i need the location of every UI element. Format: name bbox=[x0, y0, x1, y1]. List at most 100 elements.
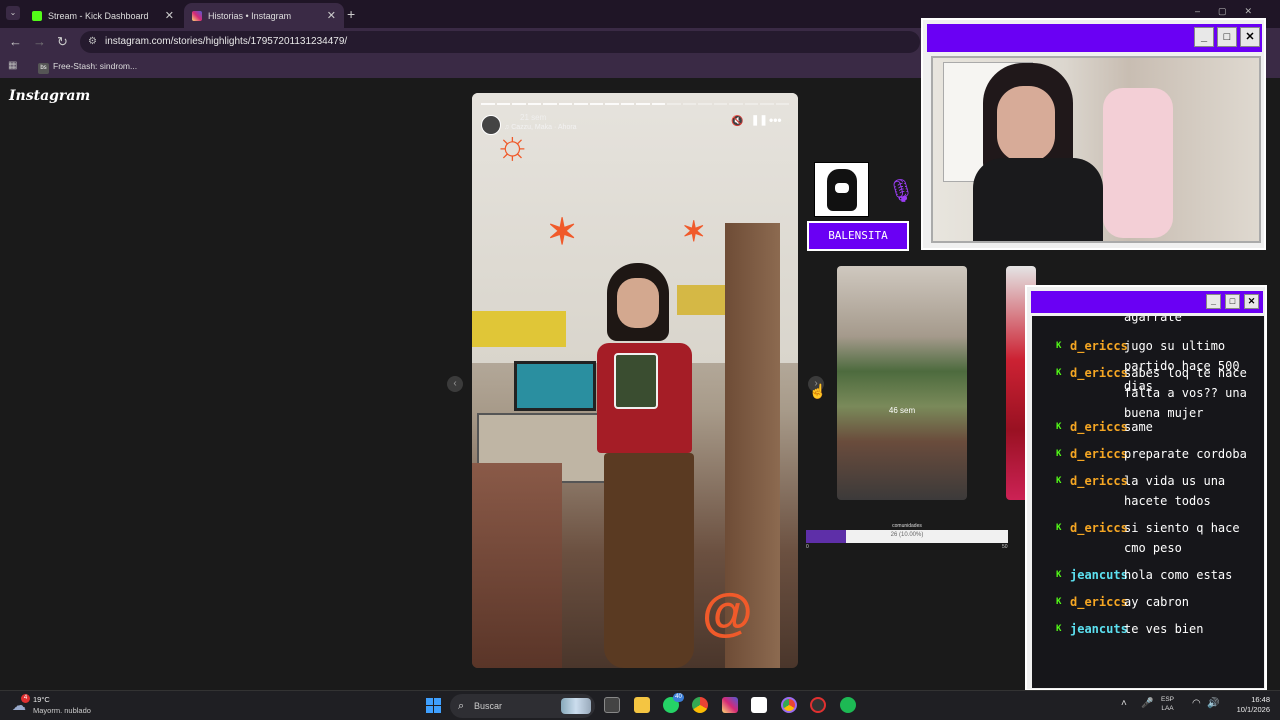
progress-segment bbox=[512, 103, 526, 105]
instagram-logo[interactable]: Instagram bbox=[9, 88, 90, 104]
mute-icon[interactable]: 🔇 bbox=[731, 116, 743, 127]
window-controls[interactable]: –▢✕ bbox=[1195, 6, 1270, 17]
file-explorer-icon[interactable] bbox=[634, 697, 650, 713]
more-options-icon[interactable]: ••• bbox=[769, 113, 782, 127]
url-field[interactable]: ⚙ instagram.com/stories/highlights/17957… bbox=[80, 31, 920, 53]
kick-badge-icon: K bbox=[1056, 341, 1062, 351]
kick-badge-icon: K bbox=[1056, 597, 1062, 607]
search-placeholder: Buscar bbox=[474, 701, 503, 711]
tab-instagram[interactable]: Historias • Instagram ✕ bbox=[184, 3, 344, 28]
preview-timestamp: 46 sem bbox=[888, 406, 916, 415]
microphone-icon: 🎙 bbox=[887, 178, 915, 203]
webcam-feed bbox=[931, 56, 1261, 243]
streamer-person bbox=[997, 86, 1055, 162]
chat-text: la vida us una hacete todos bbox=[1124, 474, 1226, 508]
instagram-app-icon[interactable] bbox=[722, 697, 738, 713]
chat-text: te ves bien bbox=[1124, 622, 1204, 636]
new-tab-button[interactable]: + bbox=[347, 6, 355, 22]
webcam-window: _ □ ✕ bbox=[921, 18, 1266, 250]
goal-progress-bar: 26 (10.00%) bbox=[806, 530, 1008, 543]
streamer-logo bbox=[814, 162, 869, 217]
weather-description[interactable]: Mayorm. nublado bbox=[33, 706, 91, 715]
microphone-tray-icon[interactable]: 🎤 bbox=[1141, 698, 1153, 709]
story-avatar[interactable] bbox=[481, 115, 501, 135]
progress-segment bbox=[605, 103, 619, 105]
progress-segment bbox=[698, 103, 712, 105]
whatsapp-badge: 40 bbox=[673, 693, 684, 702]
close-icon[interactable]: ✕ bbox=[1244, 294, 1259, 309]
forward-arrow-icon[interactable]: → bbox=[33, 34, 46, 49]
progress-segment bbox=[589, 103, 603, 105]
back-arrow-icon[interactable]: ← bbox=[9, 34, 22, 49]
progress-segment bbox=[682, 103, 696, 105]
weather-temperature[interactable]: 19°C bbox=[33, 695, 50, 704]
apps-grid-icon[interactable]: ▦ bbox=[8, 60, 17, 71]
gaming-chair bbox=[1103, 88, 1173, 238]
chat-username[interactable]: jeancuts bbox=[1070, 619, 1128, 639]
story-painting bbox=[677, 285, 732, 315]
chat-username[interactable]: d_ericcs bbox=[1070, 336, 1128, 356]
goal-progress-text: 26 (10.00%) bbox=[890, 532, 924, 538]
url-text: instagram.com/stories/highlights/1795720… bbox=[105, 36, 348, 47]
goal-label: comunidades bbox=[892, 523, 922, 529]
chrome-icon[interactable] bbox=[692, 697, 708, 713]
close-tab-icon[interactable]: ✕ bbox=[327, 9, 336, 22]
spiral-doodle: @ bbox=[702, 584, 753, 642]
chat-username[interactable]: d_ericcs bbox=[1070, 417, 1128, 437]
chat-username[interactable]: d_ericcs bbox=[1070, 363, 1128, 383]
close-icon[interactable]: ✕ bbox=[1240, 27, 1260, 47]
progress-segment bbox=[651, 103, 665, 105]
progress-segment bbox=[574, 103, 588, 105]
wifi-icon[interactable]: ◠ bbox=[1192, 698, 1201, 709]
chat-username[interactable]: d_ericcs bbox=[1070, 518, 1128, 538]
chat-titlebar: _ □ ✕ bbox=[1031, 291, 1263, 313]
windows-start-icon[interactable] bbox=[426, 698, 441, 713]
language-indicator[interactable]: ESP LAA bbox=[1161, 695, 1174, 713]
story-song[interactable]: ♫ Cazzu, Maka · Ahora bbox=[504, 124, 577, 131]
search-highlight-image bbox=[561, 698, 591, 714]
chat-username[interactable]: d_ericcs bbox=[1070, 444, 1128, 464]
progress-segment bbox=[543, 103, 557, 105]
chat-message-partial: agarrate bbox=[1124, 316, 1182, 324]
bookmark-label: Free-Stash: sindrom... bbox=[53, 61, 138, 71]
notion-icon[interactable] bbox=[751, 697, 767, 713]
close-tab-icon[interactable]: ✕ bbox=[165, 9, 174, 22]
chat-username[interactable]: d_ericcs bbox=[1070, 592, 1128, 612]
star-doodle: ✶ bbox=[547, 211, 578, 252]
chevron-up-icon[interactable]: ˄ bbox=[1121, 698, 1127, 709]
progress-segment bbox=[713, 103, 727, 105]
site-info-icon[interactable]: ⚙ bbox=[88, 31, 97, 53]
maximize-icon[interactable]: □ bbox=[1217, 27, 1237, 47]
story-progress-bar bbox=[481, 103, 789, 105]
reload-icon[interactable]: ↻ bbox=[57, 34, 68, 50]
spotify-icon[interactable] bbox=[840, 697, 856, 713]
minimize-icon[interactable]: _ bbox=[1206, 294, 1221, 309]
progress-segment bbox=[558, 103, 572, 105]
story-viewer[interactable]: ☼ ✶ ✶ @ 21 sem ♫ Cazzu, Maka · Ahora 🔇 ❚… bbox=[472, 93, 798, 668]
previous-story-button[interactable]: ‹ bbox=[447, 376, 463, 392]
progress-segment bbox=[775, 103, 789, 105]
next-story-preview[interactable]: 46 sem bbox=[837, 266, 967, 500]
story-person bbox=[617, 278, 659, 328]
chrome-active-icon[interactable] bbox=[781, 697, 797, 713]
chat-username[interactable]: d_ericcs bbox=[1070, 471, 1128, 491]
taskbar-search[interactable]: ⌕ Buscar bbox=[450, 694, 595, 718]
chat-text: si siento q hace cmo peso bbox=[1124, 521, 1240, 555]
chat-window: _ □ ✕ agarrate Kd_ericcs jugo su ultimo p… bbox=[1025, 285, 1267, 691]
kick-badge-icon: K bbox=[1056, 624, 1062, 634]
chat-text: hola como estas bbox=[1124, 568, 1233, 582]
tab-search-button[interactable]: ⌄ bbox=[6, 6, 20, 20]
story-tv bbox=[514, 361, 596, 411]
progress-segment bbox=[667, 103, 681, 105]
maximize-icon[interactable]: □ bbox=[1225, 294, 1240, 309]
obs-icon[interactable] bbox=[810, 697, 826, 713]
clock[interactable]: 16:48 10/1/2026 bbox=[1222, 695, 1270, 715]
minimize-icon[interactable]: _ bbox=[1194, 27, 1214, 47]
bookmark-item[interactable]: bs Free-Stash: sindrom... bbox=[38, 61, 137, 74]
volume-icon[interactable]: 🔊 bbox=[1207, 698, 1219, 709]
chat-username[interactable]: jeancuts bbox=[1070, 565, 1128, 585]
pause-icon[interactable]: ❚❚ bbox=[751, 115, 768, 126]
tab-kick-dashboard[interactable]: Stream - Kick Dashboard ✕ bbox=[24, 3, 182, 28]
task-view-icon[interactable] bbox=[604, 697, 620, 713]
kick-badge-icon: K bbox=[1056, 476, 1062, 486]
